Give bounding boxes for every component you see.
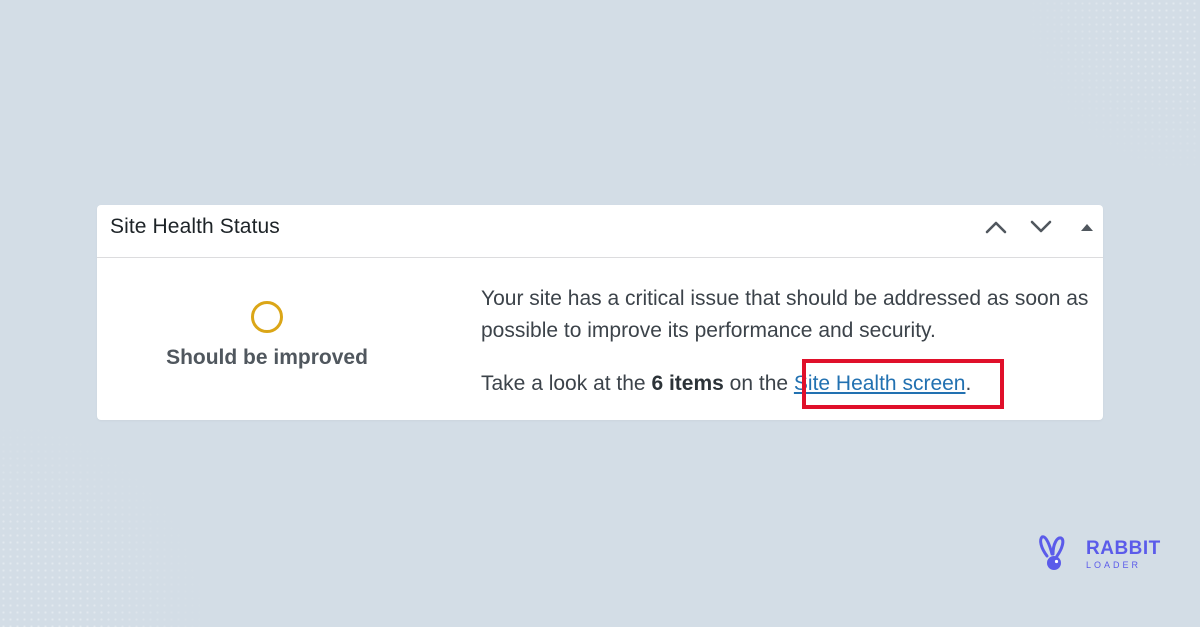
- items-prefix: Take a look at the: [481, 372, 652, 395]
- link-highlight-annotation: [802, 359, 1004, 409]
- brand-subname: LOADER: [1086, 560, 1142, 570]
- toggle-panel-button[interactable]: [1072, 213, 1102, 241]
- move-up-button[interactable]: [981, 213, 1011, 241]
- triangle-up-icon: [1081, 224, 1093, 231]
- background-dots-top-right: [1030, 0, 1200, 170]
- items-count: 6 items: [651, 372, 724, 395]
- chevron-up-icon: [985, 221, 1007, 234]
- health-status-indicator: Should be improved: [97, 258, 437, 420]
- chevron-down-icon: [1030, 220, 1052, 233]
- widget-header: Site Health Status: [97, 205, 1103, 258]
- brand-logo: RABBIT LOADER: [1038, 533, 1160, 573]
- move-down-button[interactable]: [1026, 213, 1056, 241]
- background-dots-bottom-left: [0, 427, 200, 627]
- rabbit-logo-icon: [1039, 535, 1065, 570]
- brand-name: RABBIT: [1086, 538, 1161, 559]
- status-ring-icon: [251, 301, 283, 333]
- issue-description: Your site has a critical issue that shou…: [481, 287, 1089, 342]
- items-middle: on the: [723, 372, 794, 395]
- status-label: Should be improved: [166, 346, 368, 369]
- widget-title: Site Health Status: [110, 215, 280, 238]
